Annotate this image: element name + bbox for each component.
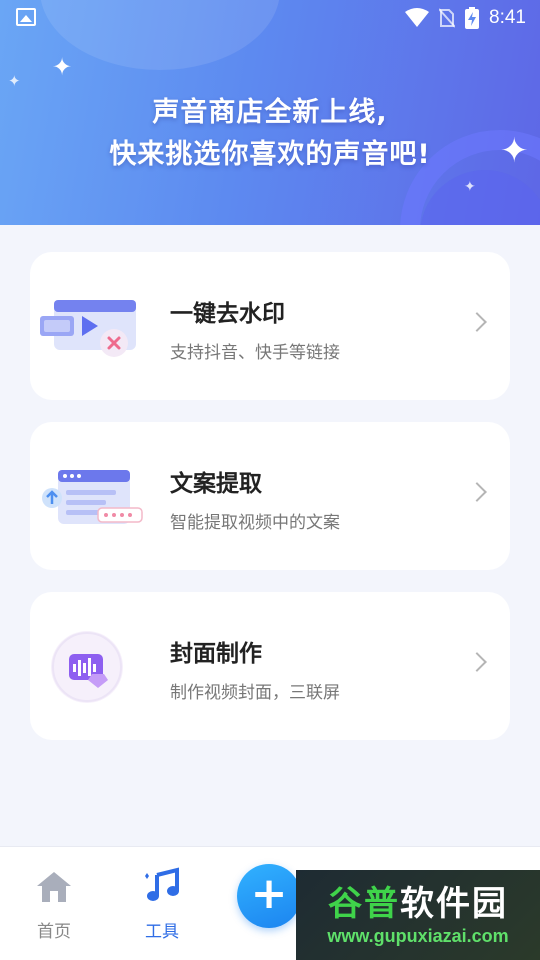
tool-title: 文案提取 [170,471,262,497]
chevron-right-icon [467,652,487,672]
status-bar: 8:41 [0,0,540,36]
tool-subtitle: 智能提取视频中的文案 [170,513,340,533]
watermark-logo: 谷普软件园 www.gupuxiazai.com [296,870,540,960]
battery-charging-icon [465,7,480,29]
home-icon [37,872,71,902]
sparkle-icon: ✦ [464,179,476,195]
add-button[interactable]: + [237,864,301,928]
tool-card-cover-make[interactable]: 封面制作 制作视频封面，三联屏 [30,592,510,740]
tool-subtitle: 支持抖音、快手等链接 [170,343,340,363]
chevron-right-icon [467,482,487,502]
tool-title: 封面制作 [170,641,262,667]
cover-make-icon [51,631,123,703]
banner-subheadline: 快来挑选你喜欢的声音吧! [109,139,431,170]
watermark-url: www.gupuxiazai.com [327,926,509,946]
text-extract-icon [42,470,143,524]
video-watermark-remove-icon [40,300,136,357]
chevron-right-icon [467,312,487,332]
no-sim-icon [439,8,456,28]
status-time: 8:41 [489,7,526,28]
tool-card-remove-watermark[interactable]: 一键去水印 支持抖音、快手等链接 [30,252,510,400]
gallery-icon [16,8,36,26]
sparkle-icon: ✦ [8,72,21,90]
tool-subtitle: 制作视频封面，三联屏 [170,683,340,703]
music-note-icon [145,867,179,901]
sparkle-icon: ✦ [52,53,73,81]
tab-tools-label: 工具 [145,922,179,942]
tool-title: 一键去水印 [170,301,285,327]
tool-card-text-extract[interactable]: 文案提取 智能提取视频中的文案 [30,422,510,570]
wifi-icon [405,8,430,27]
banner-headline: 声音商店全新上线, [152,97,388,128]
tab-tools[interactable]: 工具 [117,847,207,960]
watermark-title-b: 软件园 [400,884,508,924]
tab-home-label: 首页 [37,922,71,942]
watermark-title: 谷普软件园 [296,876,540,925]
watermark-title-a: 谷普 [328,884,400,924]
tab-home[interactable]: 首页 [9,847,99,960]
